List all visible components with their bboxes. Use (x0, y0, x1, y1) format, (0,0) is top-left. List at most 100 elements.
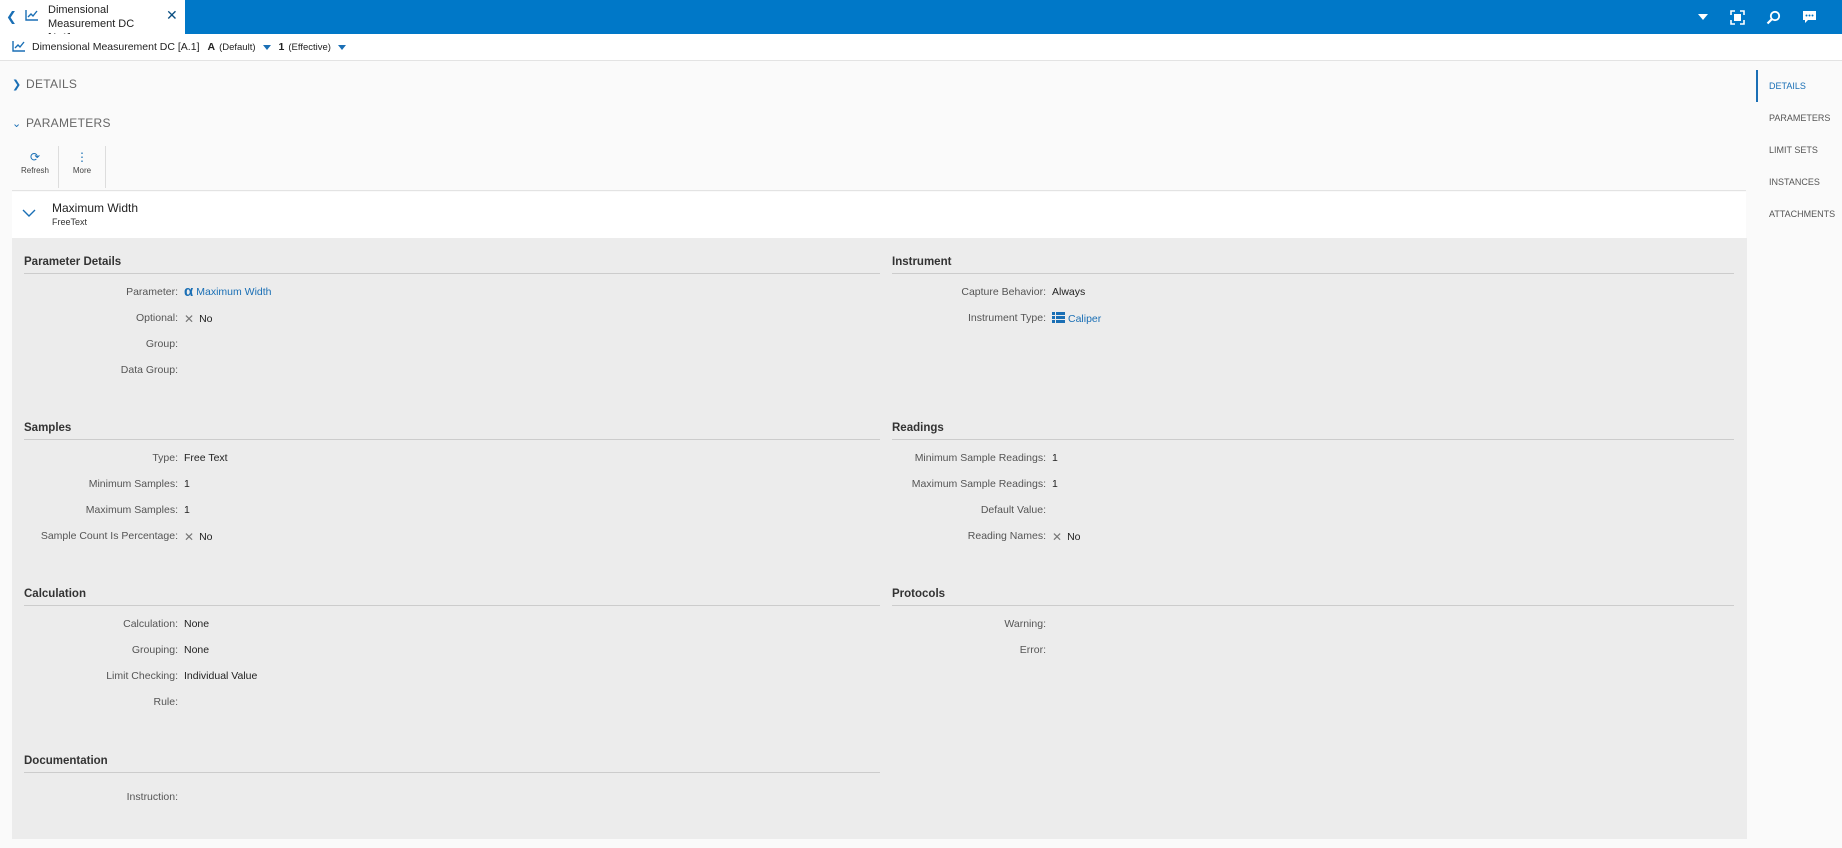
field-row: Error: (892, 638, 1734, 664)
chevron-right-icon: ❯ (12, 78, 22, 91)
field-row: Group: (24, 332, 880, 358)
field-label: Grouping: (131, 644, 178, 656)
parameters-section-toggle[interactable]: ⌄ PARAMETERS (12, 116, 111, 130)
field-label: Instruction: (126, 791, 178, 803)
parameter-item-header[interactable]: Maximum Width FreeText (12, 192, 1746, 238)
field-value: Individual Value (184, 670, 258, 682)
more-button[interactable]: ⋮ More (59, 146, 106, 188)
field-value: ✕ No (184, 312, 213, 326)
dropdown-icon[interactable] (1688, 0, 1718, 34)
field-label: Instrument Type: (967, 312, 1046, 324)
documentation-group: Documentation Instruction: (24, 755, 880, 811)
divider (12, 190, 1746, 191)
field-value: Always (1052, 286, 1086, 298)
revision-note[interactable]: (Default) (219, 42, 255, 53)
field-row: Maximum Samples: 1 (24, 498, 880, 524)
chevron-down-icon[interactable] (22, 206, 36, 220)
version-dropdown-icon[interactable] (337, 44, 346, 50)
nav-item-details[interactable]: DETAILS (1756, 70, 1842, 102)
chart-icon (12, 40, 26, 55)
cross-icon: ✕ (1052, 530, 1063, 544)
refresh-button[interactable]: ⟳ Refresh (12, 146, 59, 188)
nav-item-parameters[interactable]: PARAMETERS (1756, 102, 1842, 134)
field-label: Default Value: (980, 504, 1046, 516)
field-value: 1 (184, 504, 190, 516)
field-row: Data Group: (24, 358, 880, 384)
more-vertical-icon: ⋮ (76, 150, 88, 164)
group-title: Samples (24, 422, 880, 440)
parameter-details-group: Parameter Details Parameter: α Maximum W… (24, 256, 880, 384)
field-row: Type: Free Text (24, 446, 880, 472)
parameter-name: Maximum Width (52, 201, 139, 215)
refresh-label: Refresh (20, 166, 49, 175)
details-section-toggle[interactable]: ❯ DETAILS (12, 77, 77, 91)
field-row: Limit Checking: Individual Value (24, 664, 880, 690)
field-label: Warning: (1004, 618, 1046, 630)
field-row: Calculation: None (24, 612, 880, 638)
list-icon (1052, 312, 1065, 326)
nav-item-instances[interactable]: INSTANCES (1756, 166, 1842, 198)
parameter-link[interactable]: Maximum Width (196, 286, 271, 298)
field-row: Grouping: None (24, 638, 880, 664)
field-label: Minimum Sample Readings: (914, 452, 1046, 464)
field-row: Capture Behavior: Always (892, 280, 1734, 306)
cross-icon: ✕ (184, 312, 195, 326)
field-row: Minimum Samples: 1 (24, 472, 880, 498)
revision-value[interactable]: A (207, 41, 215, 53)
field-value: α Maximum Width (184, 283, 272, 300)
field-label: Reading Names: (967, 530, 1046, 542)
field-row: Instrument Type: Caliper (892, 306, 1734, 332)
reading-names-value: No (1067, 531, 1081, 543)
instrument-group: Instrument Capture Behavior: Always Inst… (892, 256, 1734, 332)
cross-icon: ✕ (184, 530, 195, 544)
field-row: Maximum Sample Readings: 1 (892, 472, 1734, 498)
nav-item-attachments[interactable]: ATTACHMENTS (1756, 198, 1842, 230)
refresh-icon: ⟳ (29, 150, 41, 164)
chart-icon (25, 9, 39, 24)
chevron-down-icon: ⌄ (12, 117, 22, 130)
field-value: 1 (1052, 452, 1058, 464)
parameter-type: FreeText (52, 217, 88, 227)
field-label: Data Group: (120, 364, 178, 376)
field-value: ✕ No (184, 530, 213, 544)
field-label: Calculation: (123, 618, 178, 630)
field-label: Maximum Sample Readings: (911, 478, 1046, 490)
close-icon[interactable]: ✕ (166, 7, 178, 24)
field-label: Minimum Samples: (88, 478, 178, 490)
field-label: Rule: (153, 696, 178, 708)
instrument-type-link[interactable]: Caliper (1068, 313, 1101, 325)
nav-item-limit-sets[interactable]: LIMIT SETS (1756, 134, 1842, 166)
top-bar: ❮ Dimensional Measurement DC [A.1] ✕ (0, 0, 1842, 44)
field-label: Limit Checking: (106, 670, 178, 682)
field-row: Warning: (892, 612, 1734, 638)
version-note[interactable]: (Effective) (288, 42, 331, 53)
chat-icon[interactable] (1794, 0, 1824, 34)
group-title: Instrument (892, 256, 1734, 274)
field-label: Error: (1019, 644, 1046, 656)
alpha-icon: α (184, 283, 194, 300)
percentage-value: No (199, 531, 213, 543)
field-label: Maximum Samples: (85, 504, 178, 516)
field-value: None (184, 618, 210, 630)
more-label: More (72, 166, 92, 175)
section-navigation: DETAILS PARAMETERS LIMIT SETS INSTANCES … (1756, 70, 1842, 230)
field-label: Parameter: (126, 286, 178, 298)
parameter-detail-panel: Parameter Details Parameter: α Maximum W… (12, 238, 1747, 839)
document-tab[interactable]: ❮ Dimensional Measurement DC [A.1] ✕ (0, 0, 185, 44)
fullscreen-icon[interactable] (1722, 0, 1752, 34)
back-icon[interactable]: ❮ (6, 9, 17, 25)
field-row: Sample Count Is Percentage: ✕ No (24, 524, 880, 550)
field-label: Optional: (135, 312, 178, 324)
samples-group: Samples Type: Free Text Minimum Samples:… (24, 422, 880, 550)
revision-dropdown-icon[interactable] (262, 44, 271, 50)
field-label: Type: (152, 452, 178, 464)
field-value: 1 (1052, 478, 1058, 490)
field-row: Rule: (24, 690, 880, 716)
search-icon[interactable] (1758, 0, 1788, 34)
field-row: Parameter: α Maximum Width (24, 280, 880, 306)
field-label: Sample Count Is Percentage: (40, 530, 178, 542)
version-value[interactable]: 1 (279, 41, 285, 53)
group-title: Parameter Details (24, 256, 880, 274)
field-value: Caliper (1052, 312, 1101, 326)
field-row: Minimum Sample Readings: 1 (892, 446, 1734, 472)
